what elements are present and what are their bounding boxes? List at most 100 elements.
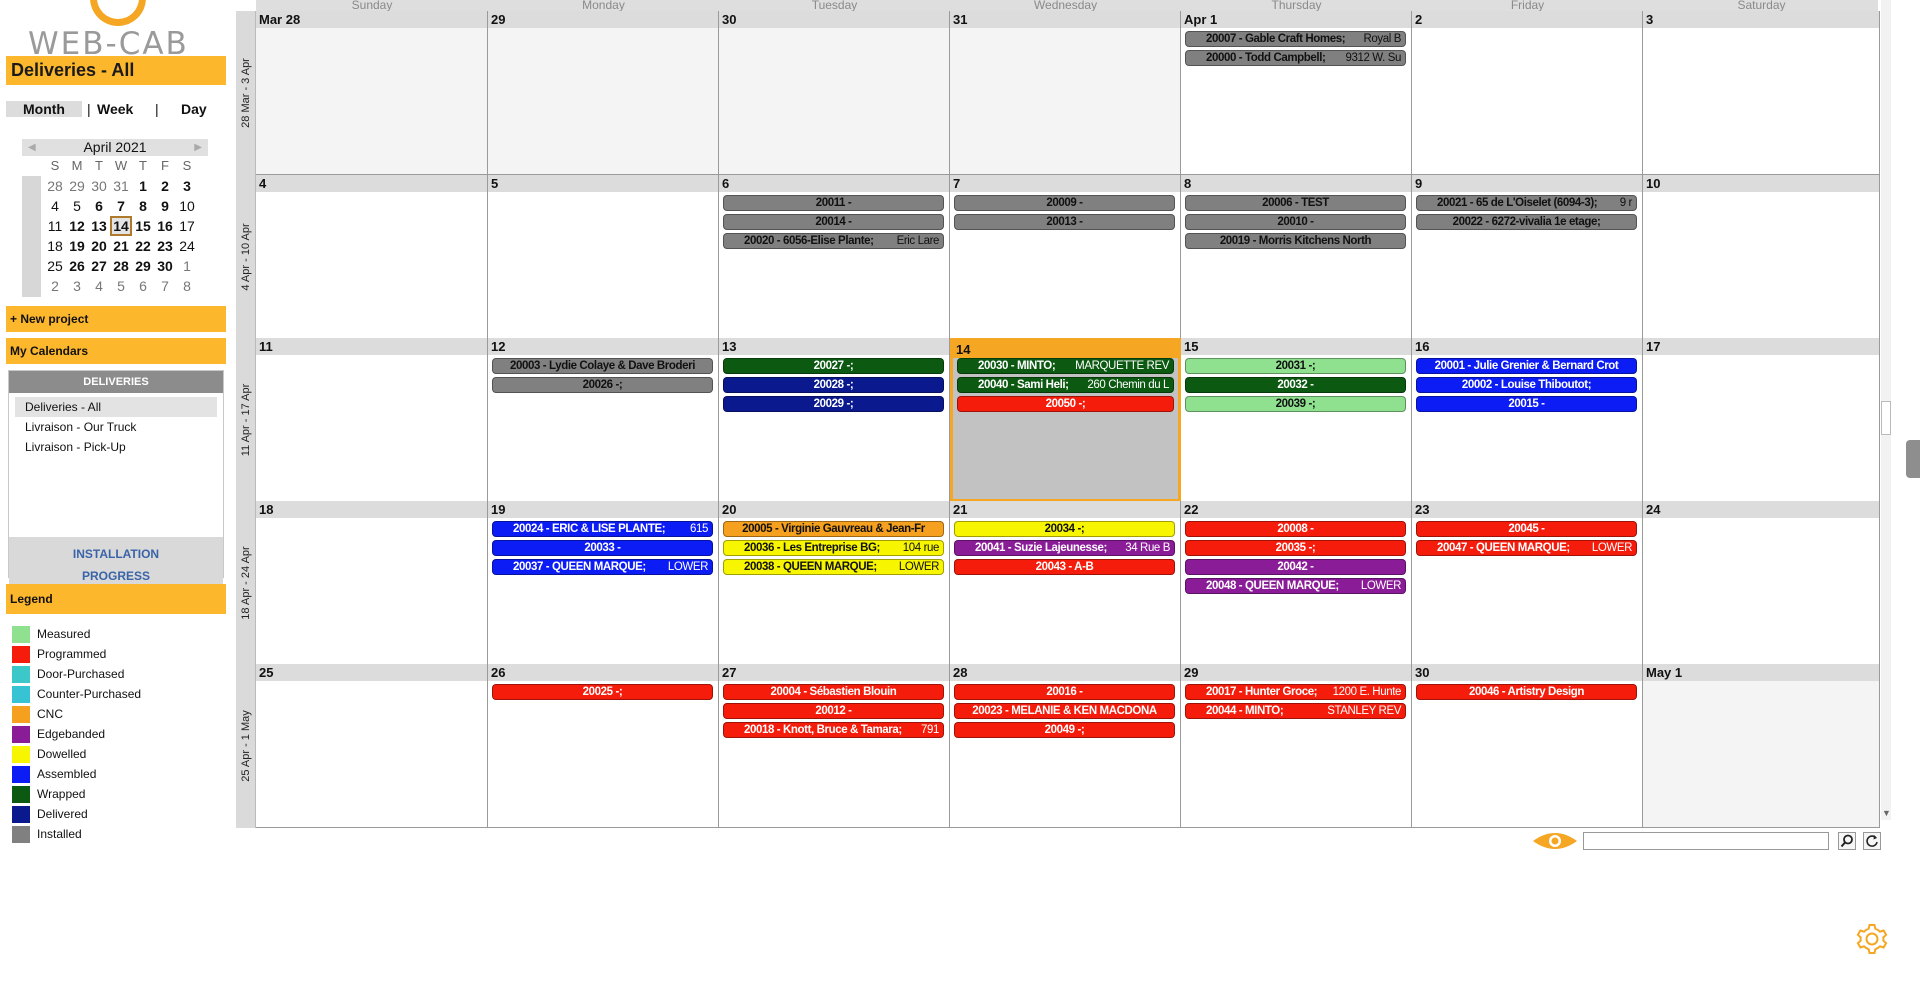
mini-calendar-day[interactable]: 24: [176, 236, 198, 256]
calendar-event[interactable]: 20042 -: [1185, 559, 1406, 575]
mini-calendar-day[interactable]: 21: [110, 236, 132, 256]
calendar-event[interactable]: 20048 - QUEEN MARQUE; LOWER: [1185, 578, 1406, 594]
day-number[interactable]: Mar 28: [256, 11, 487, 28]
mini-calendar-day[interactable]: 16: [154, 216, 176, 236]
calendar-event[interactable]: 20046 - Artistry Design: [1416, 684, 1637, 700]
day-cell[interactable]: 10: [1643, 175, 1880, 339]
day-number[interactable]: 24: [1643, 501, 1879, 518]
calendar-event[interactable]: 20015 -: [1416, 396, 1637, 412]
mini-calendar-day[interactable]: 1: [176, 256, 198, 276]
mini-calendar-day[interactable]: 22: [132, 236, 154, 256]
day-number[interactable]: 19: [488, 501, 718, 518]
calendar-event[interactable]: 20024 - ERIC & LISE PLANTE; 615: [492, 521, 713, 537]
day-cell[interactable]: 23 20045 - 20047 - QUEEN MARQUE; LOWER: [1412, 501, 1643, 665]
day-cell[interactable]: May 1: [1643, 664, 1880, 828]
mini-calendar-day[interactable]: 7: [110, 196, 132, 216]
mini-calendar-day[interactable]: 28: [110, 256, 132, 276]
calendar-event[interactable]: 20032 -: [1185, 377, 1406, 393]
calendar-event[interactable]: 20014 -: [723, 214, 944, 230]
calendar-event[interactable]: 20019 - Morris Kitchens North: [1185, 233, 1406, 249]
calendar-event[interactable]: 20044 - MINTO; STANLEY REV: [1185, 703, 1406, 719]
calendar-event[interactable]: 20004 - Sébastien Blouin: [723, 684, 944, 700]
day-cell[interactable]: 28 20016 - 20023 - MELANIE & KEN MACDONA 20…: [950, 664, 1181, 828]
scroll-down-icon[interactable]: ▼: [1882, 808, 1891, 818]
day-number[interactable]: 26: [488, 664, 718, 681]
deliveries-header[interactable]: DELIVERIES: [9, 371, 223, 393]
day-number[interactable]: 31: [950, 11, 1180, 28]
day-cell[interactable]: 13 20027 -; 20028 -; 20029 -;: [719, 338, 950, 502]
calendar-event[interactable]: 20038 - QUEEN MARQUE; LOWER: [723, 559, 944, 575]
calendar-event[interactable]: 20033 -: [492, 540, 713, 556]
day-cell[interactable]: 11: [256, 338, 488, 502]
view-day-button[interactable]: Day: [181, 101, 207, 117]
day-cell[interactable]: 8 20006 - TEST 20010 - 20019 - Morris Kitch…: [1181, 175, 1412, 339]
mini-calendar-day[interactable]: 5: [110, 276, 132, 296]
day-number[interactable]: 9: [1412, 175, 1642, 192]
eye-icon[interactable]: [1531, 831, 1579, 851]
mini-calendar-day[interactable]: 15: [132, 216, 154, 236]
next-month-icon[interactable]: ▶: [194, 139, 202, 156]
calendar-event[interactable]: 20027 -;: [723, 358, 944, 374]
day-cell[interactable]: 7 20009 - 20013 -: [950, 175, 1181, 339]
day-number[interactable]: 21: [950, 501, 1180, 518]
calendar-event[interactable]: 20043 - A-B: [954, 559, 1175, 575]
day-cell[interactable]: 19 20024 - ERIC & LISE PLANTE; 615 20033 - 2…: [488, 501, 719, 665]
day-cell[interactable]: Mar 28: [256, 11, 488, 175]
day-cell[interactable]: 17: [1643, 338, 1880, 502]
mini-calendar-day[interactable]: 5: [66, 196, 88, 216]
day-cell[interactable]: 6 20011 - 20014 - 20020 - 6056-Elise Plante…: [719, 175, 950, 339]
calendar-event[interactable]: 20050 -;: [957, 396, 1174, 412]
day-cell[interactable]: 16 20001 - Julie Grenier & Bernard Crot 20…: [1412, 338, 1643, 502]
mini-calendar-day[interactable]: 4: [88, 276, 110, 296]
day-number[interactable]: Apr 1: [1181, 11, 1411, 28]
calendar-event[interactable]: 20010 -: [1185, 214, 1406, 230]
side-panel-tab[interactable]: [1906, 440, 1920, 478]
mini-calendar-day[interactable]: 20: [88, 236, 110, 256]
mini-calendar-day[interactable]: 11: [44, 216, 66, 236]
mini-calendar-day[interactable]: 17: [176, 216, 198, 236]
calendar-list-item[interactable]: Deliveries - All: [15, 397, 217, 417]
calendar-event[interactable]: 20012 -: [723, 703, 944, 719]
mini-calendar-day[interactable]: 23: [154, 236, 176, 256]
day-cell[interactable]: 20 20005 - Virginie Gauvreau & Jean-Fr 200…: [719, 501, 950, 665]
calendar-event[interactable]: 20008 -: [1185, 521, 1406, 537]
calendar-event[interactable]: 20023 - MELANIE & KEN MACDONA: [954, 703, 1175, 719]
mini-calendar-day[interactable]: 18: [44, 236, 66, 256]
mini-calendar-day[interactable]: 29: [66, 176, 88, 196]
day-cell[interactable]: 30 20046 - Artistry Design: [1412, 664, 1643, 828]
day-number[interactable]: 13: [719, 338, 949, 355]
day-cell[interactable]: 21 20034 -; 20041 - Suzie Lajeunesse; 34 Ru…: [950, 501, 1181, 665]
mini-calendar-day[interactable]: 8: [132, 196, 154, 216]
calendar-event[interactable]: 20041 - Suzie Lajeunesse; 34 Rue B: [954, 540, 1175, 556]
calendar-list-item[interactable]: Livraison - Our Truck: [15, 417, 217, 437]
calendar-event[interactable]: 20037 - QUEEN MARQUE; LOWER: [492, 559, 713, 575]
mini-calendar-day[interactable]: 30: [154, 256, 176, 276]
day-number[interactable]: May 1: [1643, 664, 1879, 681]
day-number[interactable]: 27: [719, 664, 949, 681]
calendar-event[interactable]: 20000 - Todd Campbell; 9312 W. Su: [1185, 50, 1406, 66]
day-number[interactable]: 18: [256, 501, 487, 518]
calendar-event[interactable]: 20020 - 6056-Elise Plante; Eric Lare: [723, 233, 944, 249]
refresh-button[interactable]: [1863, 832, 1881, 850]
scrollbar-thumb[interactable]: [1881, 401, 1891, 435]
day-number[interactable]: 16: [1412, 338, 1642, 355]
day-cell[interactable]: 31: [950, 11, 1181, 175]
day-number[interactable]: 30: [719, 11, 949, 28]
calendar-event[interactable]: 20036 - Les Entreprise BG; 104 rue: [723, 540, 944, 556]
day-cell[interactable]: 30: [719, 11, 950, 175]
calendar-event[interactable]: 20016 -: [954, 684, 1175, 700]
calendar-event[interactable]: 20025 -;: [492, 684, 713, 700]
day-cell[interactable]: 9 20021 - 65 de L'Oiselet (6094-3); 9 r 200…: [1412, 175, 1643, 339]
calendar-event[interactable]: 20034 -;: [954, 521, 1175, 537]
day-cell[interactable]: 3: [1643, 11, 1880, 175]
day-number[interactable]: 17: [1643, 338, 1879, 355]
calendar-event[interactable]: 20002 - Louise Thiboutot;: [1416, 377, 1637, 393]
day-cell[interactable]: 4: [256, 175, 488, 339]
mini-calendar-day[interactable]: 8: [176, 276, 198, 296]
calendar-event[interactable]: 20029 -;: [723, 396, 944, 412]
mini-calendar-day[interactable]: 30: [88, 176, 110, 196]
day-number[interactable]: 3: [1643, 11, 1879, 28]
calendar-event[interactable]: 20026 -;: [492, 377, 713, 393]
mini-calendar-day[interactable]: 1: [132, 176, 154, 196]
day-number[interactable]: 7: [950, 175, 1180, 192]
